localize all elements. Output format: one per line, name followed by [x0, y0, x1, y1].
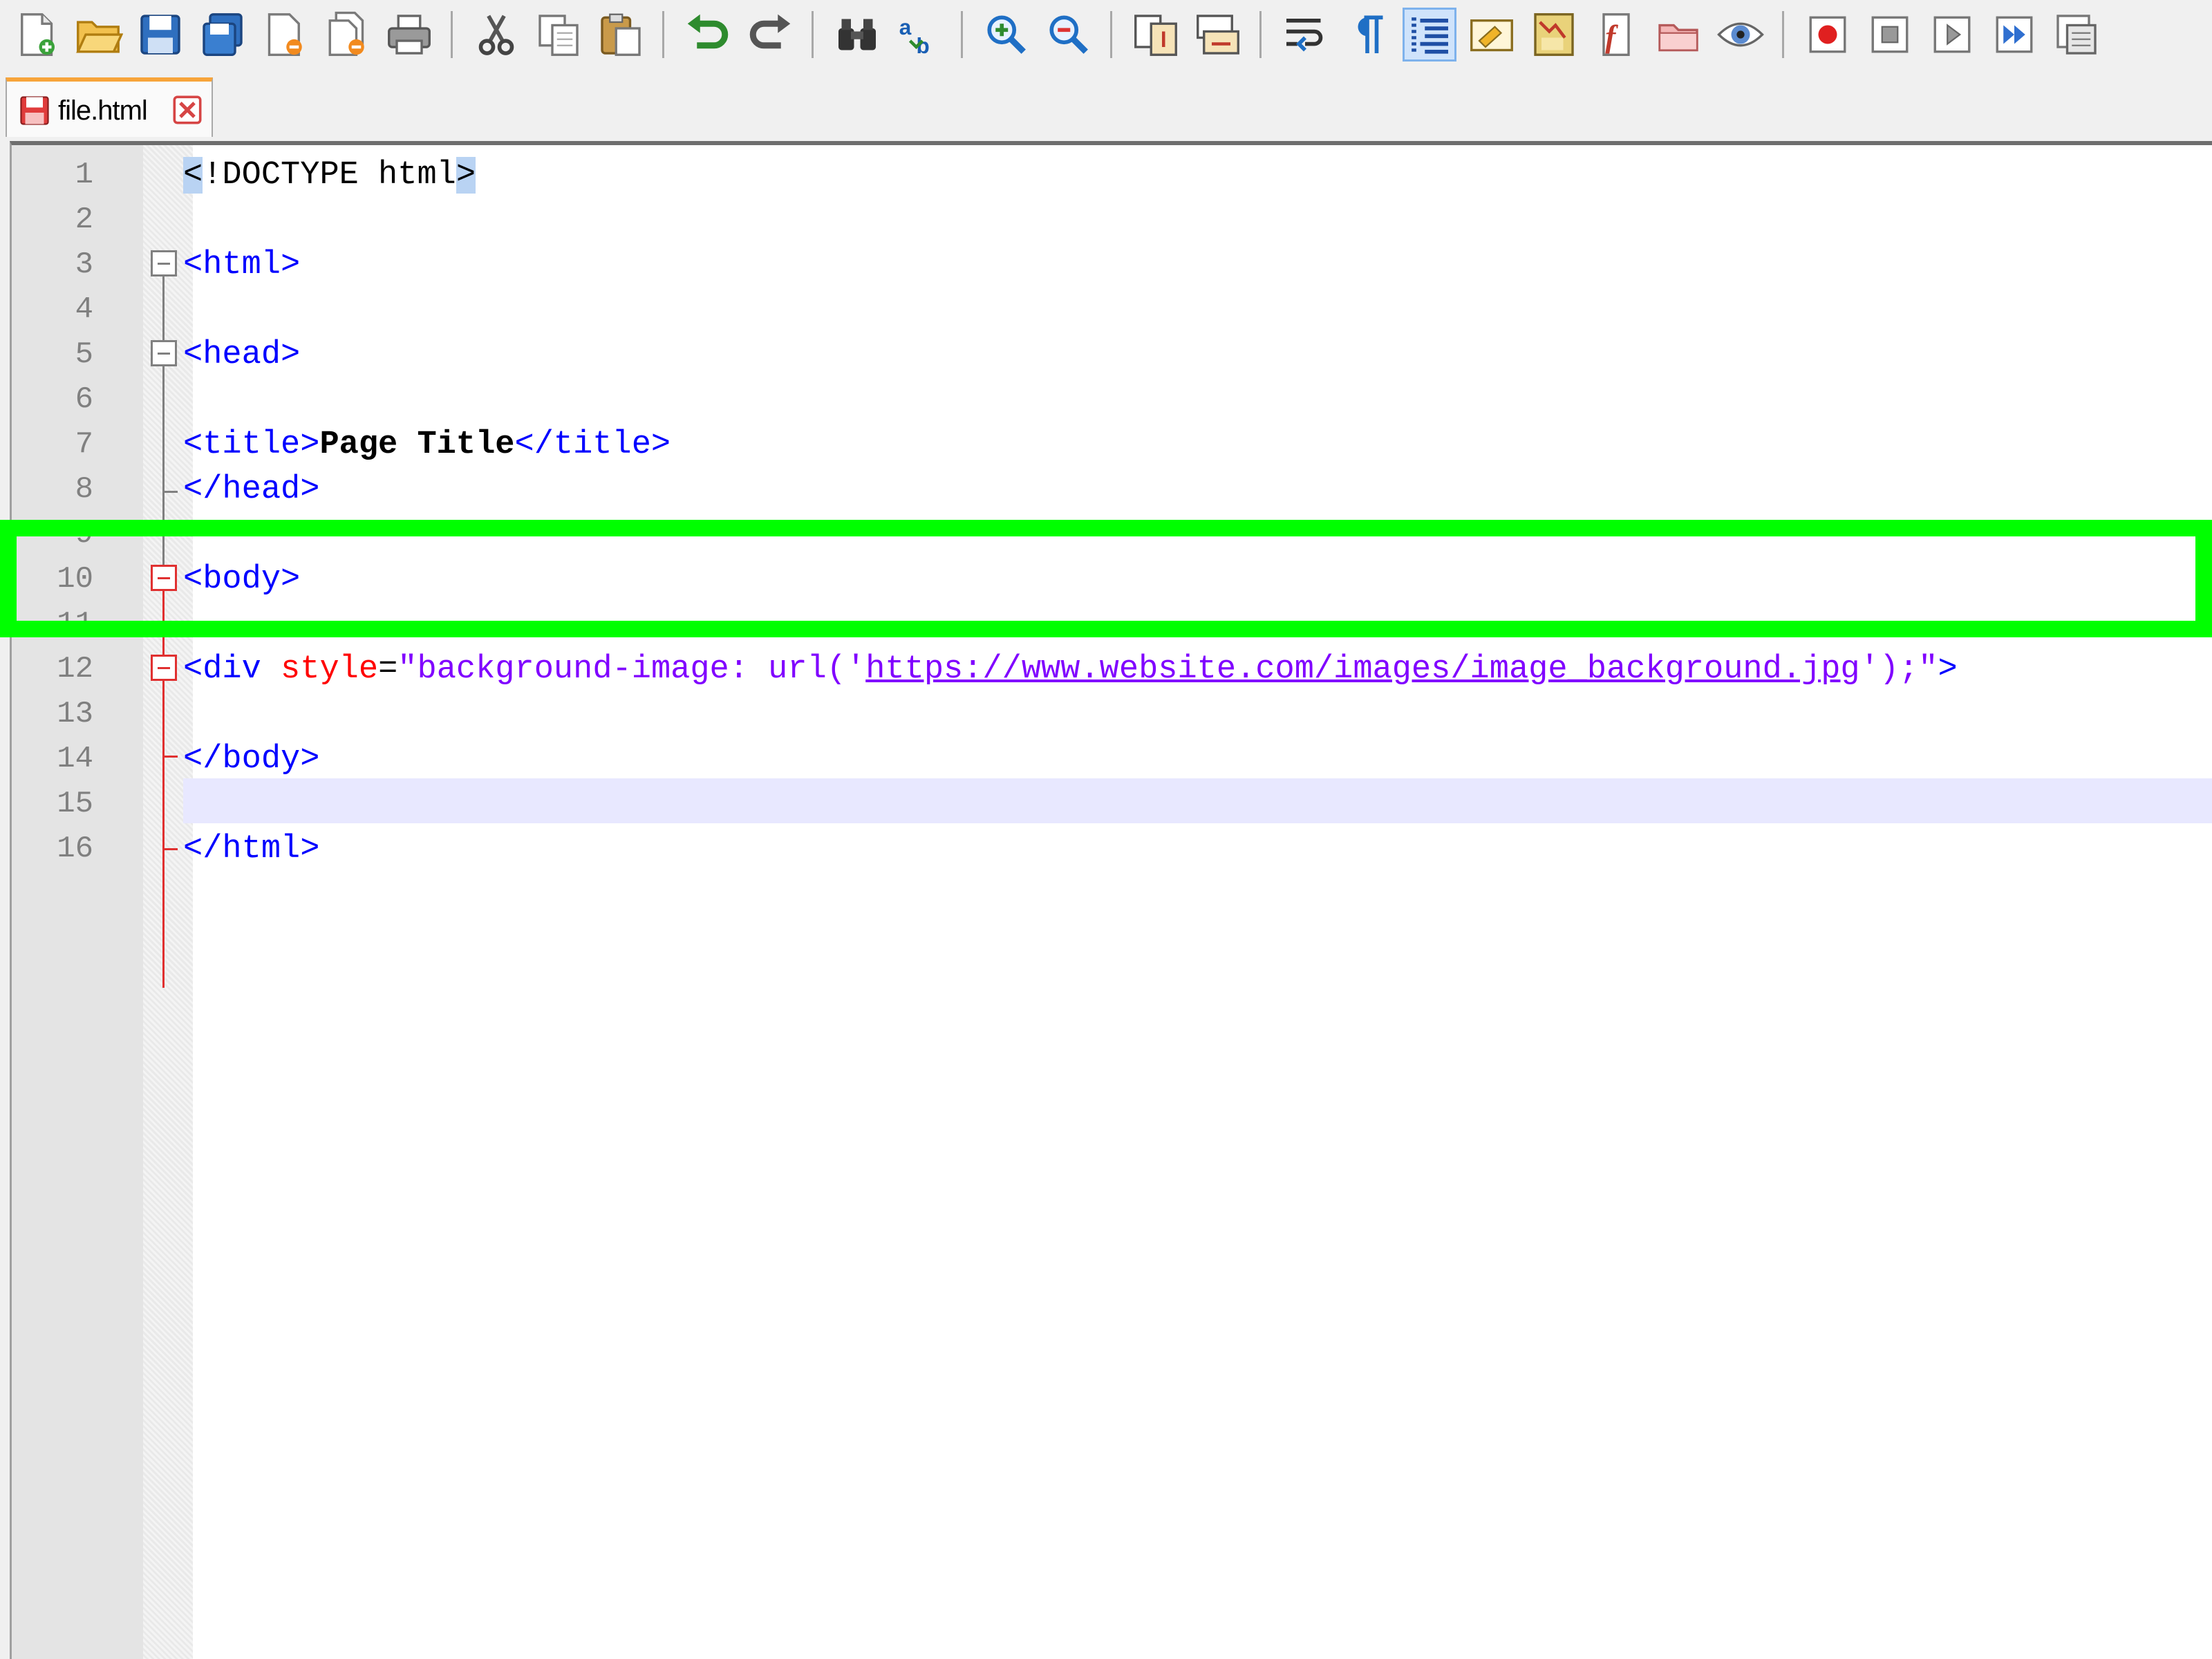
line-number: 2: [75, 203, 93, 237]
fold-toggle-body[interactable]: [151, 565, 177, 591]
folder-as-workspace-icon[interactable]: [1653, 10, 1703, 59]
fold-toggle-head[interactable]: [151, 340, 177, 366]
playback-macro-icon[interactable]: [1927, 10, 1977, 59]
head-open-tag: <head>: [183, 337, 301, 373]
attribute-value: "background-image: url(': [397, 651, 866, 688]
tab-close-icon[interactable]: [171, 94, 203, 126]
replace-icon[interactable]: ab: [894, 10, 944, 59]
code-line-12: <div style="background-image: url('https…: [183, 647, 1958, 692]
cut-icon[interactable]: [471, 10, 521, 59]
save-icon[interactable]: [135, 10, 185, 59]
fold-line-end: [162, 848, 178, 850]
record-macro-icon[interactable]: [1803, 10, 1853, 59]
line-number: 10: [57, 562, 93, 597]
indent-guide-icon[interactable]: [1403, 8, 1456, 62]
bracket-match: <: [183, 157, 203, 194]
code-line-10: <body>: [183, 557, 300, 602]
redo-icon[interactable]: [745, 10, 795, 59]
html-open-tag: <html>: [183, 247, 301, 283]
div-open-tag: <div: [183, 651, 281, 688]
line-number: 5: [75, 337, 93, 372]
title-open-tag: <title>: [183, 427, 320, 463]
copy-icon[interactable]: [534, 10, 583, 59]
close-icon[interactable]: [260, 10, 310, 59]
line-number: 6: [75, 382, 93, 417]
html-close-tag: </html>: [183, 831, 320, 868]
sync-vertical-scroll-icon[interactable]: [1131, 10, 1181, 59]
line-number-gutter: 1 2 3 4 5 6 7 8 9 10 11 12 13 14 15 16: [12, 145, 143, 1659]
style-attribute: style: [281, 651, 379, 688]
line-number: 16: [57, 832, 93, 866]
save-macro-icon[interactable]: [2052, 10, 2101, 59]
tab-file-html[interactable]: file.html: [6, 77, 213, 137]
code-line-8: </head>: [183, 467, 319, 512]
save-all-icon[interactable]: [198, 10, 247, 59]
tag-close-bracket: >: [1938, 651, 1958, 688]
find-icon[interactable]: [832, 10, 882, 59]
body-close-tag: </body>: [183, 741, 320, 778]
fold-line-body: [162, 580, 165, 988]
head-close-tag: </head>: [183, 471, 320, 508]
code-line-16: </html>: [183, 827, 319, 872]
url-link[interactable]: https://www.website.com/images/image_bac…: [865, 651, 1859, 688]
line-number: 11: [57, 607, 93, 641]
code-line-1: <!DOCTYPE html>: [183, 153, 476, 198]
title-close-tag: </title>: [514, 427, 671, 463]
line-number: 8: [75, 472, 93, 507]
code-line-5: <head>: [183, 332, 300, 377]
svg-text:a: a: [899, 15, 912, 39]
line-number: 7: [75, 427, 93, 462]
equals-sign: =: [378, 651, 398, 688]
paste-icon[interactable]: [596, 10, 646, 59]
sync-horizontal-scroll-icon[interactable]: [1193, 10, 1243, 59]
bracket-match: >: [456, 157, 476, 194]
code-area[interactable]: <!DOCTYPE html> <html> <head> <title>Pag…: [183, 145, 2212, 1659]
toolbar: ab f: [0, 0, 2212, 69]
fold-line-end: [162, 491, 178, 493]
new-file-icon[interactable]: [11, 10, 61, 59]
file-modified-icon: [20, 96, 49, 125]
title-text: Page Title: [319, 427, 515, 463]
doctype-text: !DOCTYPE html: [203, 157, 456, 194]
code-line-14: </body>: [183, 737, 319, 782]
function-list-icon[interactable]: f: [1591, 10, 1641, 59]
line-number: 12: [57, 652, 93, 686]
run-macro-multiple-icon[interactable]: [1989, 10, 2039, 59]
body-open-tag: <body>: [183, 561, 301, 598]
tab-strip: file.html: [0, 69, 2212, 141]
zoom-out-icon[interactable]: [1044, 10, 1094, 59]
word-wrap-icon[interactable]: [1280, 10, 1330, 59]
zoom-in-icon[interactable]: [982, 10, 1031, 59]
line-number: 15: [57, 787, 93, 821]
open-file-icon[interactable]: [73, 10, 123, 59]
code-line-7: <title>Page Title</title>: [183, 422, 671, 467]
line-number: 3: [75, 247, 93, 282]
close-all-icon[interactable]: [322, 10, 372, 59]
undo-icon[interactable]: [683, 10, 733, 59]
user-language-icon[interactable]: [1467, 10, 1517, 59]
line-number: 4: [75, 292, 93, 327]
code-line-3: <html>: [183, 243, 300, 288]
attribute-value-end: ');": [1859, 651, 1938, 688]
fold-line-end: [162, 756, 178, 758]
print-icon[interactable]: [384, 10, 434, 59]
line-number: 9: [75, 517, 93, 552]
fold-toggle-div[interactable]: [151, 655, 177, 681]
tab-label: file.html: [58, 95, 148, 126]
monitoring-icon[interactable]: [1716, 10, 1765, 59]
line-number: 1: [75, 158, 93, 192]
line-number: 13: [57, 697, 93, 731]
stop-recording-icon[interactable]: [1865, 10, 1915, 59]
line-number: 14: [57, 742, 93, 776]
show-all-characters-icon[interactable]: [1342, 10, 1392, 59]
editor[interactable]: 1 2 3 4 5 6 7 8 9 10 11 12 13 14 15 16 <…: [10, 141, 2212, 1659]
document-map-icon[interactable]: [1529, 10, 1579, 59]
fold-toggle-html[interactable]: [151, 250, 177, 276]
